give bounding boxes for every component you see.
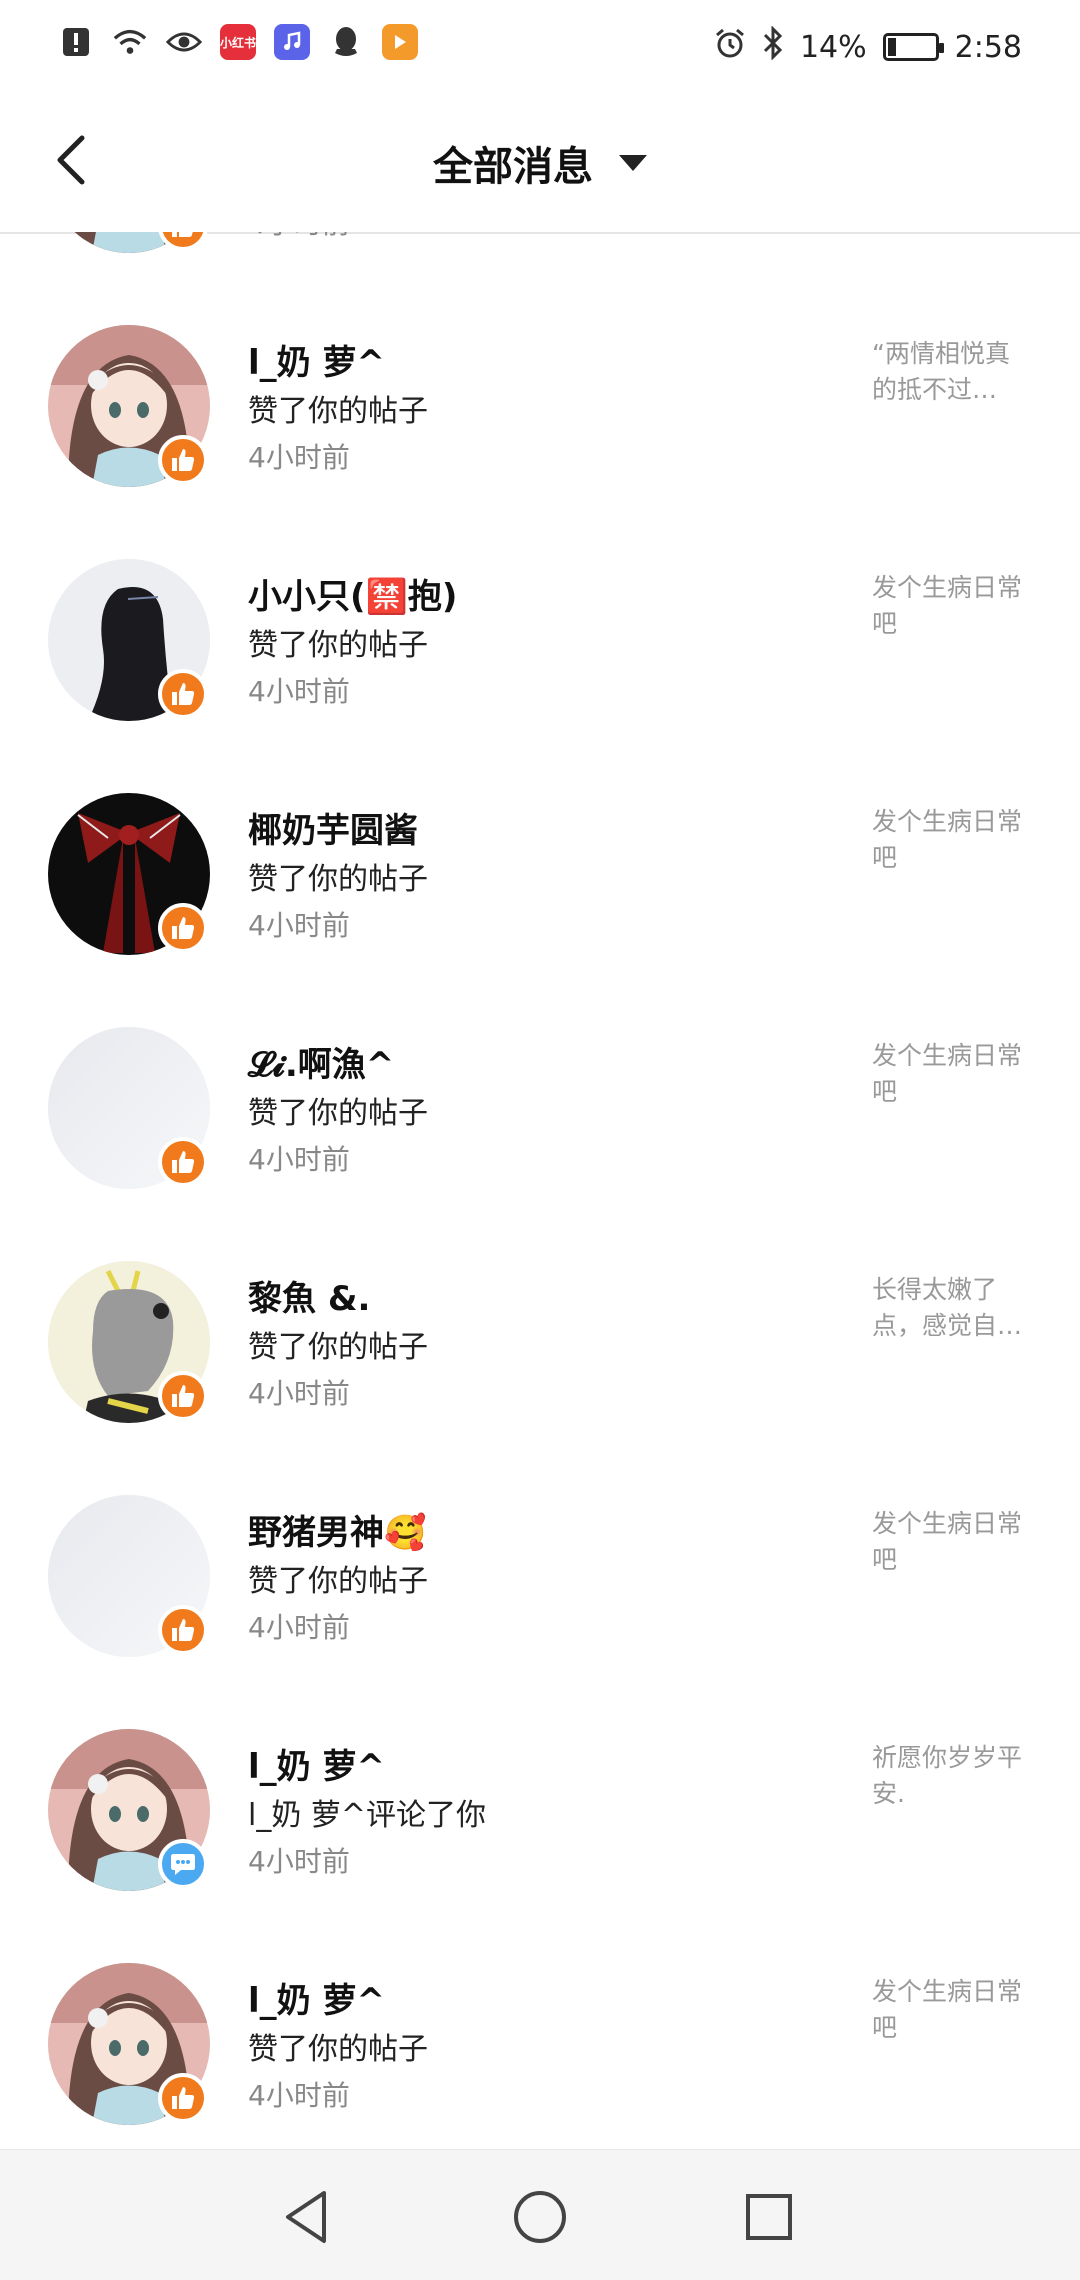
like-badge	[158, 1605, 208, 1655]
battery-icon	[882, 33, 944, 61]
notification-time: 4小时前	[248, 909, 350, 942]
nav-home-icon	[514, 2191, 566, 2243]
clock: 2:58	[954, 29, 1022, 65]
like-badge	[158, 232, 208, 251]
user-name[interactable]: l_奶 萝^	[248, 1973, 385, 2022]
notification-row[interactable]: 赞了你的帖子4小时前	[0, 232, 1080, 294]
thumbs-up-icon	[172, 449, 195, 471]
status-bar-left: 小红书	[58, 24, 418, 60]
post-preview[interactable]: 祈愿你岁岁平安.	[872, 1740, 1032, 1812]
user-name[interactable]: 椰奶芋圆酱	[248, 803, 418, 852]
notification-time: 4小时前	[248, 1611, 350, 1644]
battery-percent: 14%	[799, 29, 867, 65]
notification-time: 4小时前	[248, 441, 350, 474]
page-title: 全部消息	[433, 144, 593, 190]
notification-row[interactable]: l_奶 萝^ l_奶 萝^评论了你 4小时前 祈愿你岁岁平安.	[0, 1698, 1080, 1932]
post-preview[interactable]: 发个生病日常吧	[872, 1506, 1032, 1578]
avatar-container[interactable]	[48, 325, 210, 487]
notification-action: 赞了你的帖子	[248, 862, 428, 897]
notification-time: 4小时前	[248, 232, 350, 242]
like-badge	[158, 1137, 208, 1187]
post-preview[interactable]: “两情相悦真的抵不过…	[872, 336, 1032, 408]
header: 全部消息	[0, 90, 1080, 234]
avatar-container[interactable]	[48, 1963, 210, 2125]
avatar-container[interactable]	[48, 559, 210, 721]
notification-row[interactable]: 小小只(🈲抱) 赞了你的帖子 4小时前 发个生病日常吧	[0, 528, 1080, 762]
notification-action: l_奶 萝^评论了你	[248, 1798, 487, 1833]
nav-recents-icon	[746, 2194, 792, 2240]
like-badge	[158, 1371, 208, 1421]
notification-list-content: 赞了你的帖子4小时前l_奶 萝^赞了你的帖子4小时前“两情相悦真的抵不过…小小只…	[0, 232, 1080, 2150]
post-preview[interactable]: 发个生病日常吧	[872, 804, 1032, 876]
thumbs-up-icon	[172, 1385, 195, 1407]
like-badge	[158, 2073, 208, 2123]
thumbs-up-icon	[172, 917, 195, 939]
notification-time: 4小时前	[248, 1845, 350, 1878]
notification-time: 4小时前	[248, 1377, 350, 1410]
notification-list[interactable]: 赞了你的帖子4小时前l_奶 萝^赞了你的帖子4小时前“两情相悦真的抵不过…小小只…	[0, 232, 1080, 2150]
eye-icon	[166, 24, 202, 60]
dropdown-triangle-icon	[619, 155, 647, 171]
nav-home-button[interactable]	[505, 2182, 575, 2252]
thumbs-up-icon	[172, 2087, 195, 2109]
comment-bubble-icon	[171, 1854, 195, 1875]
avatar-container[interactable]	[48, 1261, 210, 1423]
bluetooth-icon	[762, 25, 784, 68]
avatar-container[interactable]	[48, 793, 210, 955]
notification-row[interactable]: 黎魚 &. 赞了你的帖子 4小时前 长得太嫩了点，感觉自…	[0, 1230, 1080, 1464]
notification-row[interactable]: 野猪男神🥰 赞了你的帖子 4小时前 发个生病日常吧	[0, 1464, 1080, 1698]
xiaohongshu-app-icon: 小红书	[220, 24, 256, 60]
thumbs-up-icon	[172, 1151, 195, 1173]
user-name[interactable]: 黎魚 &.	[248, 1271, 370, 1320]
notification-action: 赞了你的帖子	[248, 628, 428, 663]
user-name[interactable]: l_奶 萝^	[248, 335, 385, 384]
user-name[interactable]: 小小只(🈲抱)	[248, 569, 457, 618]
avatar-container[interactable]	[48, 1729, 210, 1891]
nav-back-icon	[286, 2191, 326, 2243]
notification-row[interactable]: l_奶 萝^ 赞了你的帖子 4小时前 发个生病日常吧	[0, 1932, 1080, 2150]
video-app-icon	[382, 24, 418, 60]
user-name[interactable]: 𝓛𝓲.啊漁^	[248, 1037, 394, 1086]
like-badge	[158, 669, 208, 719]
post-preview[interactable]: 发个生病日常吧	[872, 570, 1032, 642]
nav-back-button[interactable]	[272, 2182, 342, 2252]
notification-row[interactable]: 椰奶芋圆酱赞了你的帖子 4小时前 发个生病日常吧	[0, 762, 1080, 996]
xiaohongshu-badge-text: 小红书	[220, 35, 257, 50]
comment-badge	[158, 1839, 208, 1889]
system-nav-bar	[0, 2149, 1080, 2280]
alert-icon	[58, 24, 94, 60]
like-badge	[158, 903, 208, 953]
notification-time: 4小时前	[248, 675, 350, 708]
notification-action: 赞了你的帖子	[248, 1564, 428, 1599]
status-bar: 小红书 14% 2:58	[0, 0, 1080, 90]
notification-action: 赞了你的帖子	[248, 1096, 428, 1131]
user-name[interactable]: l_奶 萝^	[248, 1739, 385, 1788]
notification-action: 赞了你的帖子	[248, 2032, 428, 2067]
nav-recents-button[interactable]	[734, 2182, 804, 2252]
notification-row[interactable]: l_奶 萝^ 赞了你的帖子 4小时前 “两情相悦真的抵不过…	[0, 294, 1080, 528]
avatar-container[interactable]	[48, 232, 210, 253]
post-preview[interactable]: 发个生病日常吧	[872, 1038, 1032, 1110]
title-dropdown[interactable]: 全部消息	[0, 134, 1080, 192]
music-app-icon	[274, 24, 310, 60]
user-name[interactable]: 野猪男神🥰	[248, 1505, 426, 1554]
like-badge	[158, 435, 208, 485]
notification-row[interactable]: 𝓛𝓲.啊漁^ 赞了你的帖子 4小时前 发个生病日常吧	[0, 996, 1080, 1230]
notification-time: 4小时前	[248, 2079, 350, 2112]
alarm-icon	[714, 27, 746, 67]
avatar-container[interactable]	[48, 1495, 210, 1657]
thumbs-up-icon	[172, 683, 195, 705]
thumbs-up-icon	[172, 1619, 195, 1641]
notification-action: 赞了你的帖子	[248, 1330, 428, 1365]
post-preview[interactable]: 长得太嫩了点，感觉自…	[872, 1272, 1032, 1344]
status-bar-right: 14% 2:58	[714, 25, 1022, 68]
wifi-icon	[112, 24, 148, 60]
thumbs-up-icon	[172, 232, 193, 237]
qq-app-icon	[328, 24, 364, 60]
avatar-container[interactable]	[48, 1027, 210, 1189]
notification-action: 赞了你的帖子	[248, 394, 428, 429]
notification-time: 4小时前	[248, 1143, 350, 1176]
post-preview[interactable]: 发个生病日常吧	[872, 1974, 1032, 2046]
